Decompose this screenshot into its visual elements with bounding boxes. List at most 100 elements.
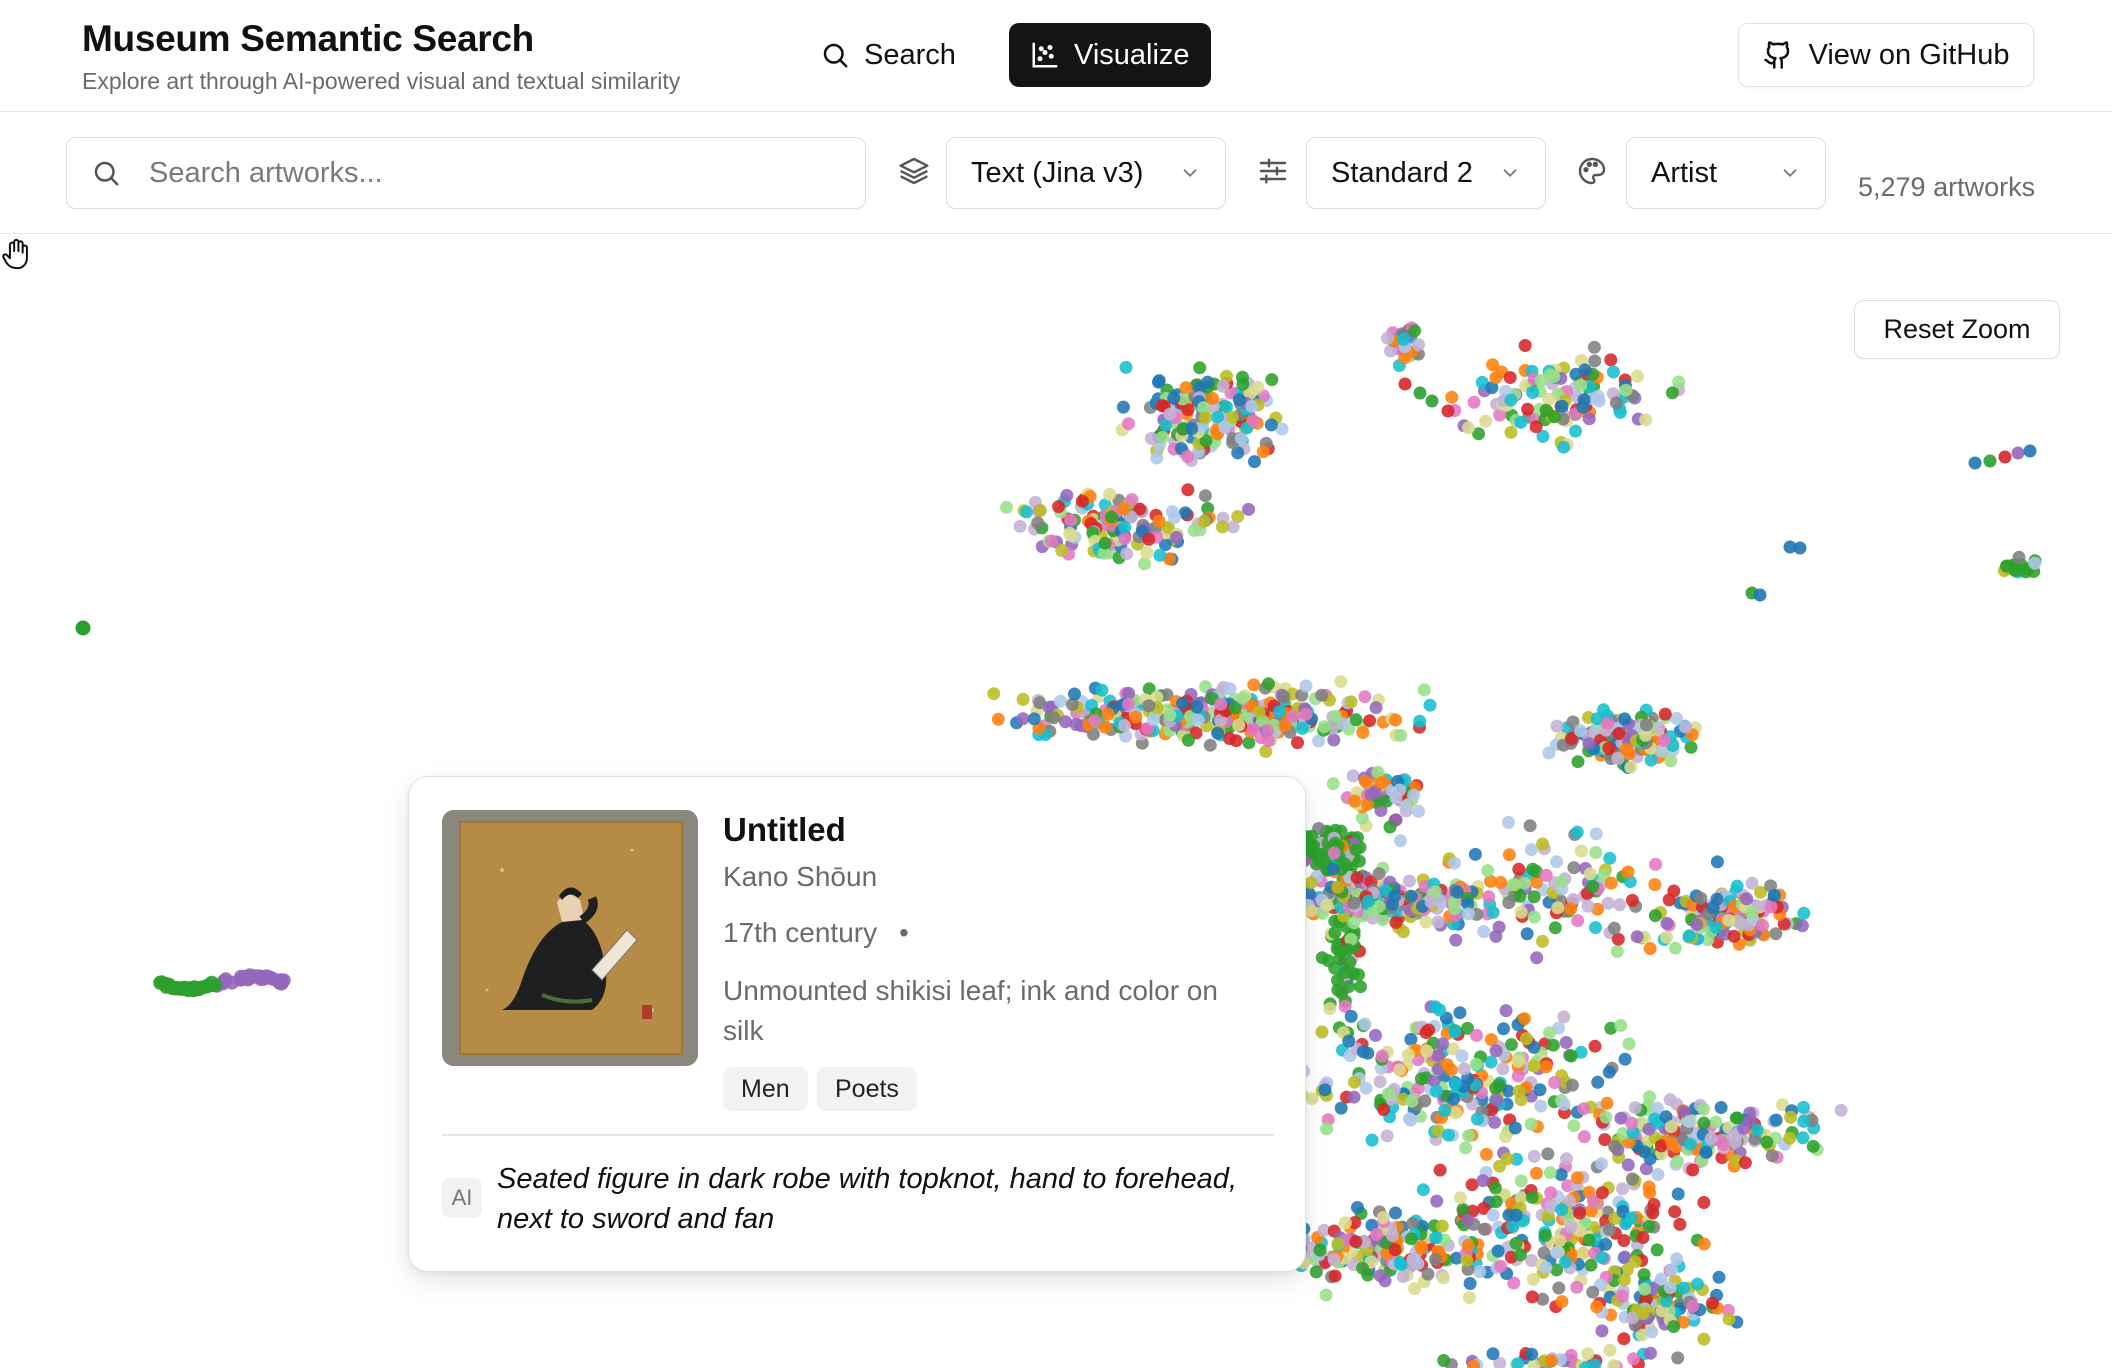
- artwork-point[interactable]: [1370, 1228, 1384, 1241]
- artwork-point[interactable]: [1020, 505, 1033, 519]
- artwork-point[interactable]: [1142, 532, 1156, 546]
- nav-visualize-button[interactable]: Visualize: [1009, 23, 1211, 87]
- artwork-point[interactable]: [1527, 890, 1541, 904]
- artwork-point[interactable]: [1714, 1101, 1728, 1114]
- artwork-point[interactable]: [1612, 727, 1626, 741]
- artwork-point[interactable]: [1500, 1152, 1514, 1166]
- artwork-point[interactable]: [1305, 1092, 1319, 1106]
- artwork-point[interactable]: [1508, 1121, 1522, 1135]
- artwork-point[interactable]: [1682, 929, 1696, 943]
- artwork-point[interactable]: [1341, 943, 1355, 957]
- artwork-point[interactable]: [1098, 536, 1112, 550]
- artwork-point[interactable]: [1389, 1206, 1402, 1220]
- artwork-point[interactable]: [1745, 906, 1759, 920]
- artwork-point[interactable]: [1437, 1354, 1451, 1367]
- artwork-point[interactable]: [1138, 557, 1151, 571]
- artwork-point[interactable]: [1358, 1017, 1372, 1031]
- artwork-point[interactable]: [1053, 694, 1067, 708]
- artwork-point[interactable]: [1118, 532, 1132, 546]
- artwork-point[interactable]: [1264, 418, 1278, 432]
- artwork-point[interactable]: [1622, 1037, 1636, 1051]
- artwork-search-box[interactable]: [66, 137, 866, 209]
- artwork-point[interactable]: [1449, 1106, 1463, 1120]
- artwork-point[interactable]: [1555, 399, 1569, 413]
- artwork-point[interactable]: [1668, 1205, 1682, 1219]
- artwork-point[interactable]: [1643, 1152, 1657, 1166]
- artwork-point[interactable]: [1636, 1307, 1650, 1321]
- artwork-point[interactable]: [1033, 503, 1047, 517]
- artwork-point[interactable]: [1352, 854, 1366, 868]
- artwork-point[interactable]: [1433, 1163, 1447, 1177]
- artwork-point[interactable]: [1313, 1243, 1327, 1257]
- artwork-point[interactable]: [1383, 820, 1397, 834]
- artwork-point[interactable]: [1618, 1052, 1632, 1066]
- artwork-point[interactable]: [1590, 1300, 1604, 1314]
- artwork-point[interactable]: [2012, 550, 2026, 564]
- artwork-point[interactable]: [1607, 1359, 1621, 1368]
- artwork-point[interactable]: [1555, 1295, 1569, 1309]
- artwork-point[interactable]: [1616, 1182, 1629, 1196]
- artwork-point[interactable]: [1116, 400, 1130, 414]
- artwork-point[interactable]: [1473, 1265, 1487, 1279]
- artwork-point[interactable]: [1767, 888, 1781, 902]
- artwork-point[interactable]: [1477, 925, 1491, 939]
- artwork-point[interactable]: [1536, 934, 1549, 948]
- artwork-point[interactable]: [1571, 755, 1585, 769]
- artwork-point[interactable]: [1668, 941, 1682, 955]
- artwork-point[interactable]: [1586, 1285, 1600, 1299]
- artwork-point[interactable]: [2000, 559, 2013, 573]
- artwork-point[interactable]: [991, 712, 1005, 726]
- artwork-point[interactable]: [1573, 724, 1587, 738]
- artwork-point[interactable]: [1431, 915, 1445, 929]
- artwork-point[interactable]: [1645, 1325, 1659, 1339]
- artwork-point[interactable]: [1550, 1246, 1564, 1259]
- artwork-point[interactable]: [1769, 1113, 1783, 1127]
- artwork-point[interactable]: [1602, 741, 1616, 755]
- artwork-point[interactable]: [1394, 728, 1408, 742]
- artwork-point[interactable]: [1354, 980, 1367, 994]
- artwork-point[interactable]: [1625, 1172, 1639, 1186]
- artwork-point[interactable]: [1320, 898, 1334, 912]
- artwork-point[interactable]: [1519, 1032, 1533, 1046]
- artwork-point[interactable]: [1199, 411, 1212, 425]
- artwork-point[interactable]: [1564, 1220, 1578, 1234]
- artwork-point[interactable]: [1120, 547, 1134, 561]
- artwork-point[interactable]: [1609, 396, 1623, 410]
- artwork-point[interactable]: [1415, 1241, 1428, 1255]
- artwork-point[interactable]: [1398, 351, 1412, 365]
- artwork-point[interactable]: [1619, 383, 1633, 397]
- artwork-point[interactable]: [1569, 424, 1582, 438]
- artwork-point[interactable]: [1526, 386, 1540, 399]
- artwork-point[interactable]: [1356, 1045, 1370, 1059]
- artwork-point[interactable]: [1539, 1060, 1553, 1074]
- artwork-point[interactable]: [1709, 1115, 1723, 1129]
- artwork-point[interactable]: [1492, 1078, 1506, 1092]
- artwork-point[interactable]: [1630, 930, 1644, 944]
- projection-select[interactable]: Standard 2: [1306, 137, 1546, 209]
- artwork-point[interactable]: [1587, 340, 1601, 354]
- artwork-point[interactable]: [1610, 944, 1624, 958]
- artwork-point[interactable]: [1544, 1186, 1558, 1200]
- embedding-model-select[interactable]: Text (Jina v3): [946, 137, 1226, 209]
- artwork-point[interactable]: [1355, 811, 1369, 825]
- artwork-point[interactable]: [1582, 412, 1596, 426]
- artwork-point[interactable]: [1480, 1147, 1493, 1161]
- artwork-point[interactable]: [1509, 1208, 1523, 1222]
- artwork-point[interactable]: [1595, 1324, 1609, 1338]
- artwork-point[interactable]: [1525, 1290, 1539, 1304]
- artwork-point[interactable]: [1347, 1090, 1361, 1104]
- artwork-point[interactable]: [274, 976, 289, 991]
- artwork-point[interactable]: [1328, 926, 1342, 940]
- artwork-point[interactable]: [1625, 893, 1639, 907]
- artwork-point[interactable]: [1657, 733, 1671, 747]
- artwork-point[interactable]: [1555, 1203, 1569, 1217]
- artwork-point[interactable]: [75, 620, 91, 636]
- artwork-point[interactable]: [1577, 1130, 1591, 1144]
- artwork-point[interactable]: [1512, 1084, 1526, 1098]
- artwork-point[interactable]: [1016, 712, 1030, 726]
- artwork-point[interactable]: [1397, 333, 1411, 347]
- artwork-point[interactable]: [240, 972, 255, 987]
- artwork-point[interactable]: [1553, 1234, 1567, 1248]
- artwork-point[interactable]: [1604, 876, 1618, 890]
- artwork-point[interactable]: [1517, 1012, 1531, 1026]
